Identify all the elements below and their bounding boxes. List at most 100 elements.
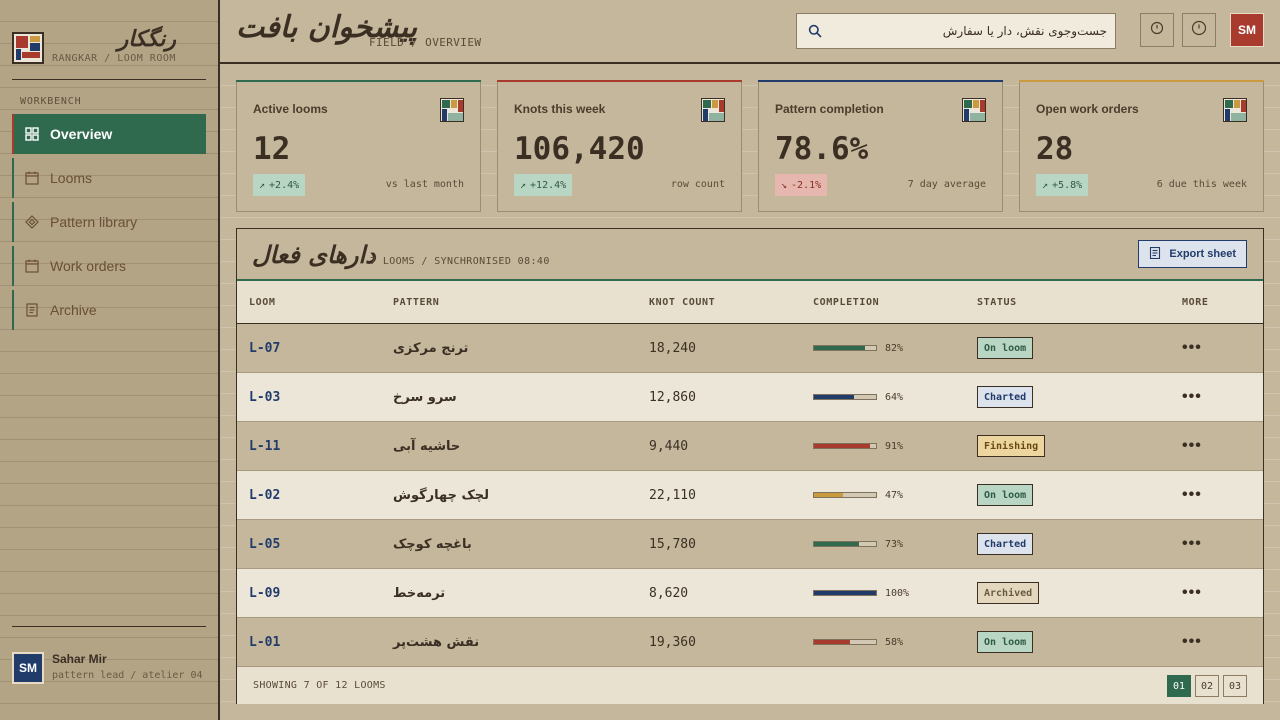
sidebar-item-work-orders[interactable]: Work orders xyxy=(12,246,206,286)
completion-cell: 47% xyxy=(813,471,903,519)
table-row[interactable]: L-01 نقش هشت‌پر 19,360 58% On loom ••• xyxy=(237,618,1263,667)
loom-id[interactable]: L-09 xyxy=(249,586,280,601)
pattern-cell: نقش هشت‌پر xyxy=(393,618,479,666)
completion-cell: 73% xyxy=(813,520,903,568)
more-cell: ••• xyxy=(1182,569,1202,617)
column-header-status[interactable]: STATUS xyxy=(977,297,1017,308)
sidebar-item-label: Overview xyxy=(50,126,113,142)
status-cell: On loom xyxy=(977,471,1034,519)
column-header-more: MORE xyxy=(1182,297,1209,308)
knot-count: 12,860 xyxy=(649,389,696,405)
sidebar: رنگکار RANGKAR / LOOM ROOM WORKBENCH Ove… xyxy=(0,0,220,720)
loom-id-cell: L-01 xyxy=(249,618,280,666)
sidebar-item-pattern-library[interactable]: Pattern library xyxy=(12,202,206,242)
sidebar-item-looms[interactable]: Looms xyxy=(12,158,206,198)
column-header-completion[interactable]: COMPLETION xyxy=(813,297,879,308)
status-badge: On loom xyxy=(977,337,1034,359)
completion-bar xyxy=(813,394,877,400)
completion-cell: 91% xyxy=(813,422,903,470)
status-cell: On loom xyxy=(977,324,1034,372)
status-badge: Finishing xyxy=(977,435,1046,457)
loom-id[interactable]: L-01 xyxy=(249,635,280,650)
completion-percent: 64% xyxy=(885,391,904,403)
table-row[interactable]: L-05 باغچه کوچک 15,780 73% Charted ••• xyxy=(237,520,1263,569)
completion-bar xyxy=(813,492,877,498)
knot-count: 8,620 xyxy=(649,585,689,601)
panel-meta: 7 LOOMS / SYNCHRONISED 08:40 xyxy=(370,256,550,267)
table-row[interactable]: L-07 ترنج مرکزی 18,240 82% On loom ••• xyxy=(237,324,1263,373)
more-options-icon[interactable]: ••• xyxy=(1182,339,1202,357)
pattern-name: ترمه‌خط xyxy=(393,585,446,601)
grid-icon xyxy=(25,127,39,141)
card-accent-rule xyxy=(497,80,742,82)
table-row[interactable]: L-02 لچک چهارگوش 22,110 47% On loom ••• xyxy=(237,471,1263,520)
stat-title: Active looms xyxy=(253,102,328,116)
notifications-button[interactable] xyxy=(1182,13,1216,47)
kilim-icon xyxy=(962,98,986,122)
stat-delta-value: -2.1% xyxy=(791,179,822,191)
status-cell: Charted xyxy=(977,520,1034,568)
knot-count: 18,240 xyxy=(649,340,696,356)
table-row[interactable]: L-03 سرو سرخ 12,860 64% Charted ••• xyxy=(237,373,1263,422)
stat-note: row count xyxy=(670,179,725,190)
search-input[interactable] xyxy=(831,24,1107,38)
loom-id[interactable]: L-05 xyxy=(249,537,280,552)
column-header-knot-count[interactable]: KNOT COUNT xyxy=(649,297,715,308)
knot-count-cell: 8,620 xyxy=(649,569,688,617)
stat-title: Pattern completion xyxy=(775,102,884,116)
diamond-icon xyxy=(25,215,39,229)
pattern-name: سرو سرخ xyxy=(393,389,457,405)
loom-id[interactable]: L-02 xyxy=(249,488,280,503)
more-options-icon[interactable]: ••• xyxy=(1182,584,1202,602)
user-profile[interactable]: SM Sahar Mir pattern lead / atelier 04 xyxy=(12,650,212,686)
more-options-icon[interactable]: ••• xyxy=(1182,633,1202,651)
completion-percent: 58% xyxy=(885,636,904,648)
status-cell: On loom xyxy=(977,618,1034,666)
page-button-01[interactable]: 01 xyxy=(1167,675,1191,697)
more-options-icon[interactable]: ••• xyxy=(1182,486,1202,504)
column-header-pattern[interactable]: PATTERN xyxy=(393,297,439,308)
page-button-03[interactable]: 03 xyxy=(1223,675,1247,697)
clock-icon xyxy=(1191,20,1207,41)
search-box[interactable] xyxy=(796,13,1116,49)
more-options-icon[interactable]: ••• xyxy=(1182,388,1202,406)
sidebar-divider xyxy=(12,79,206,80)
brand[interactable]: رنگکار RANGKAR / LOOM ROOM xyxy=(12,24,208,74)
status-cell: Finishing xyxy=(977,422,1046,470)
pattern-name: نقش هشت‌پر xyxy=(393,634,480,650)
sidebar-item-overview[interactable]: Overview xyxy=(12,114,206,154)
status-badge: On loom xyxy=(977,631,1034,653)
table-footer: SHOWING 7 OF 12 LOOMS 01 02 03 xyxy=(237,667,1263,704)
loom-id[interactable]: L-03 xyxy=(249,390,280,405)
table-row[interactable]: L-11 حاشیه آبی 9,440 91% Finishing ••• xyxy=(237,422,1263,471)
user-role: pattern lead / atelier 04 xyxy=(52,670,203,681)
knot-count-cell: 15,780 xyxy=(649,520,696,568)
stat-value: 12 xyxy=(253,131,291,167)
export-sheet-button[interactable]: Export sheet xyxy=(1138,240,1247,268)
table-row[interactable]: L-09 ترمه‌خط 8,620 100% Archived ••• xyxy=(237,569,1263,618)
loom-id-cell: L-09 xyxy=(249,569,280,617)
card-accent-rule xyxy=(236,80,481,82)
page-button-02[interactable]: 02 xyxy=(1195,675,1219,697)
trend-up-icon: ↗ xyxy=(1042,179,1049,191)
loom-id[interactable]: L-11 xyxy=(249,439,280,454)
completion-percent: 73% xyxy=(885,538,904,550)
header-avatar[interactable]: SM xyxy=(1230,13,1264,47)
sidebar-section-label: WORKBENCH xyxy=(20,96,82,107)
loom-id[interactable]: L-07 xyxy=(249,341,280,356)
sidebar-item-label: Work orders xyxy=(50,258,126,274)
breadcrumb: FIELD / OVERVIEW xyxy=(369,36,482,49)
trend-up-icon: ↗ xyxy=(520,179,527,191)
knot-count-cell: 9,440 xyxy=(649,422,688,470)
column-header-loom[interactable]: LOOM xyxy=(249,297,275,308)
pattern-cell: ترمه‌خط xyxy=(393,569,445,617)
completion-bar-fill xyxy=(814,542,860,546)
status-badge: Archived xyxy=(977,582,1040,604)
activity-button[interactable] xyxy=(1140,13,1174,47)
sidebar-item-archive[interactable]: Archive xyxy=(12,290,206,330)
table-body: L-07 ترنج مرکزی 18,240 82% On loom ••• L-03 سرو… xyxy=(237,324,1263,667)
stat-card-open-work-orders: Open work orders 28 ↗ +5.8% 6 due this we… xyxy=(1019,80,1264,212)
loom-id-cell: L-11 xyxy=(249,422,280,470)
more-options-icon[interactable]: ••• xyxy=(1182,437,1202,455)
more-options-icon[interactable]: ••• xyxy=(1182,535,1202,553)
